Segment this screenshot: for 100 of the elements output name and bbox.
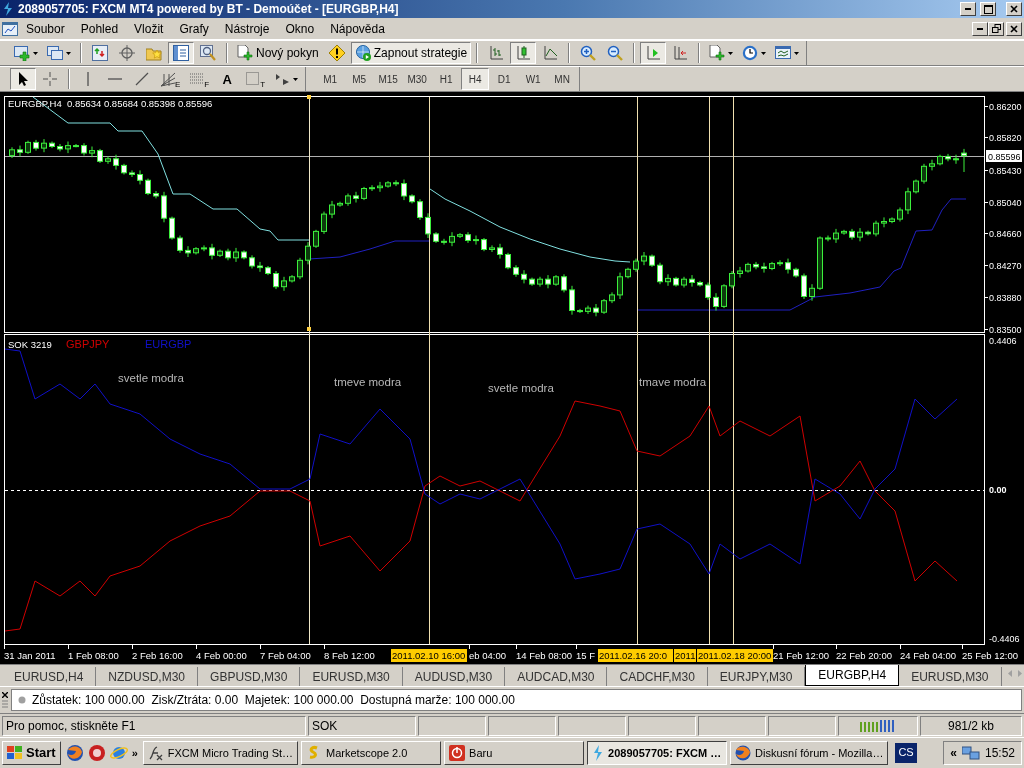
candlestick xyxy=(401,179,407,201)
close-button[interactable] xyxy=(1006,2,1022,16)
timeframe-button[interactable]: H4 xyxy=(461,68,490,90)
restore-icon xyxy=(991,24,1001,33)
chart-tab[interactable]: GBPUSD,M30 xyxy=(198,667,301,686)
candlestick xyxy=(497,243,503,260)
document-plus-icon xyxy=(237,45,253,61)
taskbar-button[interactable]: 2089057705: FXCM … xyxy=(587,740,728,765)
caret-icon xyxy=(33,51,38,55)
toolbar-button[interactable] xyxy=(168,42,194,64)
timeframe-button[interactable]: M1 xyxy=(316,68,345,90)
candlestick xyxy=(801,273,807,300)
caret-icon xyxy=(728,51,734,55)
toolbar-button[interactable]: E xyxy=(156,68,185,90)
timeframe-button[interactable]: D1 xyxy=(490,68,519,90)
time-label: 22 Feb 20:00 xyxy=(836,650,892,661)
chart-tab[interactable]: EURUSD,M30 xyxy=(899,667,1002,686)
time-marker-label: 2011.02.16 20:0 xyxy=(598,649,673,662)
taskbar-button[interactable]: Marketscope 2.0 xyxy=(301,740,442,765)
toolbar-button[interactable]: F xyxy=(185,68,214,90)
candlestick xyxy=(545,274,551,289)
toolbar-button[interactable]: Zapnout strategie xyxy=(350,42,472,64)
warning-icon xyxy=(328,45,345,61)
candlestick xyxy=(561,273,567,293)
taskbar-button[interactable]: FXCM Micro Trading St… xyxy=(142,740,299,765)
chart-tab[interactable]: EURUSD,H4 xyxy=(2,667,97,686)
timeframe-button[interactable]: M5 xyxy=(345,68,374,90)
chart-tab[interactable]: AUDUSD,M30 xyxy=(402,667,506,686)
timeframe-button[interactable]: W1 xyxy=(519,68,548,90)
arrows-icon xyxy=(274,71,291,87)
magnifier-window-icon xyxy=(200,45,216,61)
close-button[interactable] xyxy=(1006,21,1022,36)
candlestick xyxy=(393,179,399,187)
chart-tab[interactable]: CADCHF,M30 xyxy=(607,667,708,686)
candlestick xyxy=(369,184,375,192)
status-text: Pro pomoc, stiskněte F1 xyxy=(2,715,306,736)
candlestick xyxy=(41,138,47,153)
candlestick xyxy=(657,262,663,285)
candlestick xyxy=(777,259,783,267)
account-summary: Zůstatek: 100 000.00 Zisk/Ztráta: 0.00 Majetek: 100 000.00 Dostupná marže: 100 000.00 xyxy=(32,693,515,707)
bar-chart-icon xyxy=(488,45,505,61)
taskbar-button[interactable]: Diskusní fórum - Mozilla… xyxy=(730,740,889,765)
candlestick xyxy=(689,274,695,288)
menu-item[interactable]: Grafy xyxy=(171,21,217,36)
candlestick xyxy=(281,276,287,292)
candlestick xyxy=(489,244,495,253)
candlestick xyxy=(713,292,719,312)
candlestick xyxy=(65,141,71,154)
minimize-button[interactable] xyxy=(960,2,976,16)
taskbar-button[interactable]: Baru xyxy=(444,740,585,765)
price-label: 0.85820 xyxy=(989,132,1022,143)
chart-tab[interactable]: EURGBP,H4 xyxy=(805,665,900,686)
legend-label: EURGBP xyxy=(145,338,192,350)
time-label: 1 Feb 08:00 xyxy=(68,650,119,661)
status-cell xyxy=(558,715,626,736)
candlestick xyxy=(321,211,327,235)
candlestick xyxy=(441,238,447,246)
fox-globe-icon xyxy=(735,744,752,761)
candlestick xyxy=(929,159,935,171)
time-label: 7 Feb 04:00 xyxy=(260,650,311,661)
tray-expand-button[interactable]: « xyxy=(950,745,957,760)
trend-line-icon xyxy=(134,71,150,87)
app-logo-icon xyxy=(2,2,14,16)
chart-tab[interactable]: NZDUSD,M30 xyxy=(96,667,199,686)
menu-item[interactable]: Nástroje xyxy=(216,21,278,36)
menu-item[interactable]: Pohled xyxy=(72,21,127,36)
toolbar-button[interactable]: Nový pokyn xyxy=(233,42,323,64)
start-button[interactable]: Start xyxy=(2,740,61,765)
timeframe-button[interactable]: M15 xyxy=(374,68,403,90)
time-label: 2 Feb 16:00 xyxy=(132,650,183,661)
toolbar-button[interactable]: A xyxy=(214,68,241,90)
time-label: 21 Feb 12:00 xyxy=(773,650,829,661)
grip-icon xyxy=(2,700,8,708)
window-list-icon xyxy=(173,45,189,61)
chart-tab[interactable]: EURUSD,M30 xyxy=(300,667,403,686)
menu-item[interactable]: Okno xyxy=(277,21,323,36)
clock: 15:52 xyxy=(984,745,1015,760)
scale-label: -0.4406 xyxy=(989,634,1020,644)
menu-item[interactable]: Soubor xyxy=(18,21,73,36)
status-cell xyxy=(488,715,556,736)
candlestick xyxy=(577,308,583,314)
language-indicator[interactable]: CS xyxy=(895,742,917,763)
timeframe-button[interactable]: M30 xyxy=(403,68,432,90)
maximize-button[interactable] xyxy=(980,2,996,16)
caret-icon xyxy=(794,51,800,55)
more-button[interactable]: » xyxy=(131,746,138,759)
status-text: 981/2 kb xyxy=(920,715,1022,736)
dotted-frame-icon xyxy=(245,71,262,87)
toolbar-button[interactable] xyxy=(10,68,36,90)
toolbar-button[interactable]: T xyxy=(241,68,270,90)
timeframe-button[interactable]: H1 xyxy=(432,68,461,90)
timeframe-button[interactable]: MN xyxy=(548,68,577,90)
menu-item[interactable]: Nápověda xyxy=(322,21,393,36)
candlestick xyxy=(881,216,887,228)
chart-tab[interactable]: AUDCAD,M30 xyxy=(505,667,608,686)
menu-item[interactable]: Vložit xyxy=(126,21,172,36)
time-marker-label: 2011.02.10 16:00 xyxy=(391,649,467,662)
candlestick xyxy=(169,216,175,241)
minimize-button[interactable] xyxy=(972,21,988,36)
restore-button[interactable] xyxy=(988,21,1004,36)
